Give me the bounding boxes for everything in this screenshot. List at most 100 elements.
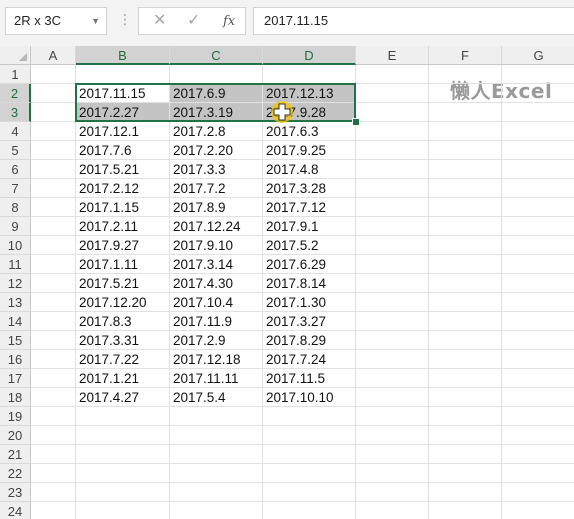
cell-c3[interactable]: 2017.3.19 — [170, 103, 263, 122]
cell-d18[interactable]: 2017.10.10 — [263, 388, 356, 407]
cell-f3[interactable] — [429, 103, 502, 122]
cell-b20[interactable] — [76, 426, 170, 445]
spreadsheet-grid[interactable]: 懒人Excel A B C D E F G 1 2 2017.11.15 2017.6.9 2017.… — [0, 46, 574, 519]
more-options-icon[interactable]: ⋮ — [118, 9, 132, 29]
cell-c21[interactable] — [170, 445, 263, 464]
row-header-12[interactable]: 12 — [0, 274, 31, 293]
row-header-13[interactable]: 13 — [0, 293, 31, 312]
cell-g5[interactable] — [502, 141, 574, 160]
cell-a18[interactable] — [31, 388, 76, 407]
cell-f5[interactable] — [429, 141, 502, 160]
cell-f20[interactable] — [429, 426, 502, 445]
cell-g19[interactable] — [502, 407, 574, 426]
cell-c16[interactable]: 2017.12.18 — [170, 350, 263, 369]
cell-f21[interactable] — [429, 445, 502, 464]
column-header-c[interactable]: C — [170, 46, 263, 65]
cell-e24[interactable] — [356, 502, 429, 519]
cell-g16[interactable] — [502, 350, 574, 369]
cell-g18[interactable] — [502, 388, 574, 407]
cell-f17[interactable] — [429, 369, 502, 388]
cell-c11[interactable]: 2017.3.14 — [170, 255, 263, 274]
cell-f24[interactable] — [429, 502, 502, 519]
cell-g20[interactable] — [502, 426, 574, 445]
cell-e2[interactable] — [356, 84, 429, 103]
cell-d11[interactable]: 2017.6.29 — [263, 255, 356, 274]
cell-c10[interactable]: 2017.9.10 — [170, 236, 263, 255]
cell-a1[interactable] — [31, 65, 76, 84]
cell-b9[interactable]: 2017.2.11 — [76, 217, 170, 236]
cell-a8[interactable] — [31, 198, 76, 217]
cell-a16[interactable] — [31, 350, 76, 369]
column-header-a[interactable]: A — [31, 46, 76, 65]
cell-e15[interactable] — [356, 331, 429, 350]
cell-c18[interactable]: 2017.5.4 — [170, 388, 263, 407]
cell-a4[interactable] — [31, 122, 76, 141]
row-header-8[interactable]: 8 — [0, 198, 31, 217]
fill-handle[interactable] — [352, 118, 360, 126]
cell-a23[interactable] — [31, 483, 76, 502]
cell-a12[interactable] — [31, 274, 76, 293]
cell-c23[interactable] — [170, 483, 263, 502]
cell-f16[interactable] — [429, 350, 502, 369]
column-header-f[interactable]: F — [429, 46, 502, 65]
cell-g7[interactable] — [502, 179, 574, 198]
cell-a17[interactable] — [31, 369, 76, 388]
cell-d1[interactable] — [263, 65, 356, 84]
cell-e12[interactable] — [356, 274, 429, 293]
cell-c22[interactable] — [170, 464, 263, 483]
cell-a20[interactable] — [31, 426, 76, 445]
column-header-e[interactable]: E — [356, 46, 429, 65]
cell-g15[interactable] — [502, 331, 574, 350]
cell-d15[interactable]: 2017.8.29 — [263, 331, 356, 350]
cell-f13[interactable] — [429, 293, 502, 312]
cell-f14[interactable] — [429, 312, 502, 331]
cell-c12[interactable]: 2017.4.30 — [170, 274, 263, 293]
check-icon[interactable]: ✓ — [187, 12, 200, 30]
cell-b16[interactable]: 2017.7.22 — [76, 350, 170, 369]
x-icon[interactable]: ✕ — [153, 12, 166, 30]
cell-d9[interactable]: 2017.9.1 — [263, 217, 356, 236]
cell-d21[interactable] — [263, 445, 356, 464]
row-header-18[interactable]: 18 — [0, 388, 31, 407]
row-header-6[interactable]: 6 — [0, 160, 31, 179]
cell-d6[interactable]: 2017.4.8 — [263, 160, 356, 179]
cell-f12[interactable] — [429, 274, 502, 293]
cell-d24[interactable] — [263, 502, 356, 519]
cell-d13[interactable]: 2017.1.30 — [263, 293, 356, 312]
cell-g11[interactable] — [502, 255, 574, 274]
cell-e8[interactable] — [356, 198, 429, 217]
cell-e7[interactable] — [356, 179, 429, 198]
select-all-corner[interactable] — [0, 46, 31, 65]
name-box[interactable]: 2R x 3C ▼ — [5, 7, 107, 35]
cell-f7[interactable] — [429, 179, 502, 198]
cell-b1[interactable] — [76, 65, 170, 84]
cell-c17[interactable]: 2017.11.11 — [170, 369, 263, 388]
row-header-5[interactable]: 5 — [0, 141, 31, 160]
cell-f9[interactable] — [429, 217, 502, 236]
cell-g6[interactable] — [502, 160, 574, 179]
cell-c4[interactable]: 2017.2.8 — [170, 122, 263, 141]
cell-c14[interactable]: 2017.11.9 — [170, 312, 263, 331]
column-header-b[interactable]: B — [76, 46, 170, 65]
cell-f4[interactable] — [429, 122, 502, 141]
cell-a2[interactable] — [31, 84, 76, 103]
fx-icon[interactable]: fx — [223, 13, 235, 31]
cell-d5[interactable]: 2017.9.25 — [263, 141, 356, 160]
cell-g14[interactable] — [502, 312, 574, 331]
cell-f11[interactable] — [429, 255, 502, 274]
cell-b17[interactable]: 2017.1.21 — [76, 369, 170, 388]
cell-e18[interactable] — [356, 388, 429, 407]
cell-f23[interactable] — [429, 483, 502, 502]
cell-e20[interactable] — [356, 426, 429, 445]
cell-b6[interactable]: 2017.5.21 — [76, 160, 170, 179]
formula-input[interactable]: 2017.11.15 — [253, 7, 574, 35]
row-header-20[interactable]: 20 — [0, 426, 31, 445]
cell-b22[interactable] — [76, 464, 170, 483]
cell-f19[interactable] — [429, 407, 502, 426]
cell-b2[interactable]: 2017.11.15 — [76, 84, 170, 103]
column-header-g[interactable]: G — [502, 46, 574, 65]
cell-a13[interactable] — [31, 293, 76, 312]
cell-b23[interactable] — [76, 483, 170, 502]
row-header-4[interactable]: 4 — [0, 122, 31, 141]
cell-b13[interactable]: 2017.12.20 — [76, 293, 170, 312]
